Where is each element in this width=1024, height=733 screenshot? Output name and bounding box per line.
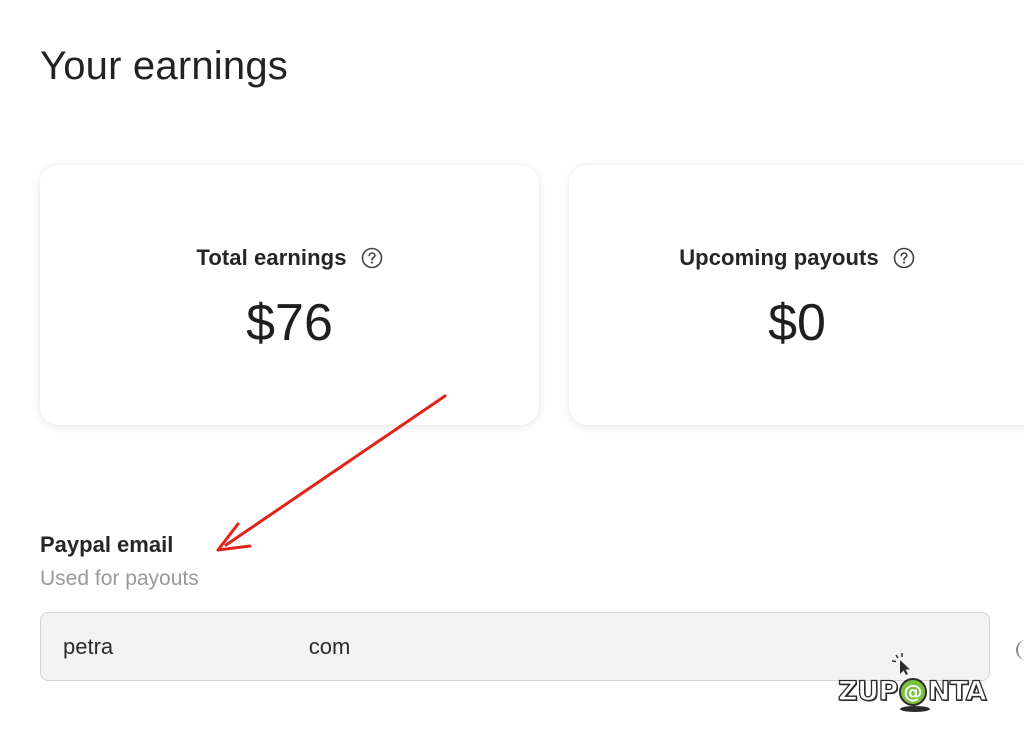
zuponta-watermark-logo: ZUP @ NTA	[837, 652, 998, 714]
earnings-page: Your earnings Total earnings $76 Upcomin…	[0, 0, 1024, 733]
edit-icon[interactable]	[1016, 640, 1024, 660]
total-earnings-label: Total earnings	[196, 245, 347, 270]
total-earnings-card: Total earnings $76	[40, 165, 539, 425]
upcoming-payouts-card: Upcoming payouts $0	[569, 165, 1024, 425]
watermark-text: ZUP @ NTA	[837, 675, 987, 707]
help-icon[interactable]	[893, 247, 915, 269]
paypal-email-label: Paypal email	[40, 532, 174, 557]
watermark-base	[900, 706, 930, 712]
upcoming-payouts-label: Upcoming payouts	[679, 245, 879, 270]
upcoming-payouts-header: Upcoming payouts	[569, 245, 1024, 271]
total-earnings-value: $76	[246, 294, 333, 352]
cursor-icon	[891, 653, 910, 675]
paypal-email-helper: Used for payouts	[40, 567, 199, 590]
page-title: Your earnings	[40, 44, 288, 88]
watermark-at: @	[898, 677, 927, 706]
watermark-text-end: NTA	[927, 675, 987, 707]
total-earnings-header: Total earnings	[40, 245, 539, 271]
upcoming-payouts-value: $0	[768, 294, 826, 352]
help-icon[interactable]	[361, 247, 383, 269]
watermark-text-start: ZUP	[837, 675, 899, 707]
